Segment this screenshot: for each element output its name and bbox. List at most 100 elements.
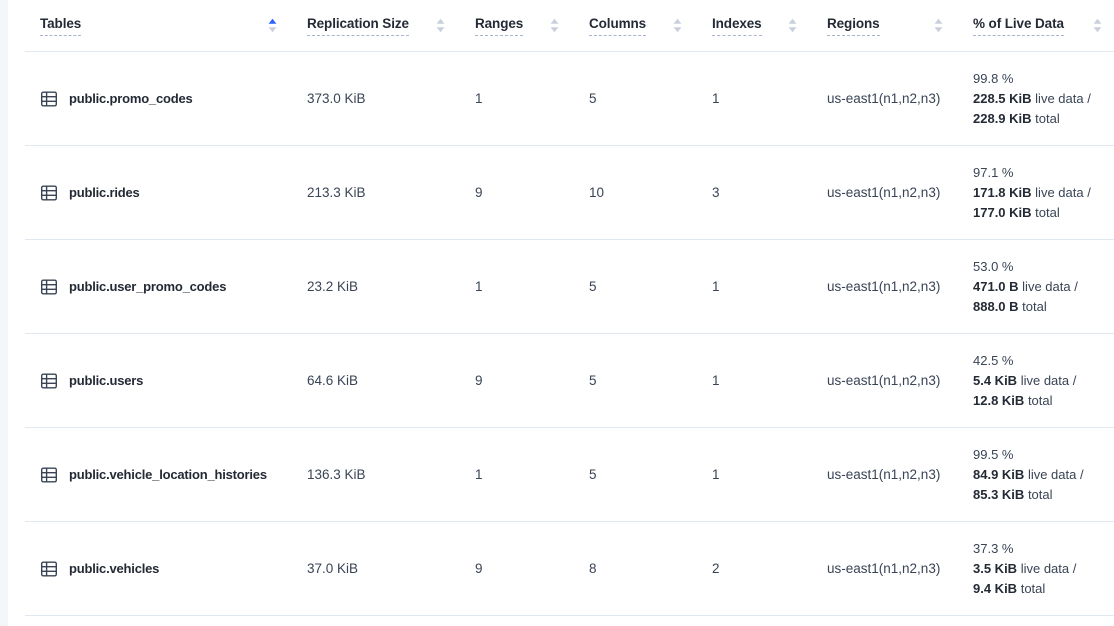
replication-size-cell: 213.3 KiB (307, 185, 475, 200)
table-body: public.promo_codes 373.0 KiB 1 5 1 us-ea… (25, 52, 1114, 616)
column-header-columns[interactable]: Columns (589, 0, 712, 51)
regions-cell: us-east1(n1,n2,n3) (827, 373, 973, 388)
sort-arrows-glyph (268, 18, 277, 33)
indexes-cell: 3 (712, 185, 827, 200)
column-header-tables[interactable]: Tables (25, 0, 307, 51)
columns-cell: 5 (589, 467, 712, 482)
indexes-cell: 1 (712, 467, 827, 482)
live-data-percent: 37.3 % (973, 539, 1114, 559)
columns-cell: 5 (589, 91, 712, 106)
replication-size-cell: 23.2 KiB (307, 279, 475, 294)
table-row: public.user_promo_codes 23.2 KiB 1 5 1 u… (25, 240, 1114, 334)
sort-arrows-glyph (436, 18, 445, 33)
indexes-cell: 1 (712, 373, 827, 388)
tables-panel: Tables Replication Size Ranges (8, 0, 1114, 626)
ranges-cell: 1 (475, 91, 589, 106)
ranges-cell: 9 (475, 561, 589, 576)
replication-size-cell: 37.0 KiB (307, 561, 475, 576)
live-data-size: 471.0 B live data / (973, 277, 1114, 297)
sort-asc-icon[interactable] (268, 18, 277, 33)
indexes-cell: 1 (712, 91, 827, 106)
live-data-size: 171.8 KiB live data / (973, 183, 1114, 203)
live-data-cell: 53.0 % 471.0 B live data / 888.0 B total (973, 257, 1114, 317)
column-label-ranges: Ranges (475, 16, 523, 36)
sort-arrows-glyph (673, 18, 682, 33)
column-header-ranges[interactable]: Ranges (475, 0, 589, 51)
sort-icon[interactable] (1093, 18, 1102, 33)
sort-arrows-glyph (1093, 18, 1102, 33)
table-icon (40, 466, 58, 484)
live-data-percent: 42.5 % (973, 351, 1114, 371)
live-data-cell: 37.3 % 3.5 KiB live data / 9.4 KiB total (973, 539, 1114, 599)
table-name-cell: public.vehicle_location_histories (25, 466, 307, 484)
sort-icon[interactable] (673, 18, 682, 33)
live-data-size: 84.9 KiB live data / (973, 465, 1114, 485)
ranges-cell: 1 (475, 467, 589, 482)
table-name-link[interactable]: public.user_promo_codes (69, 279, 226, 294)
table-name-link[interactable]: public.vehicle_location_histories (69, 467, 267, 482)
table-row: public.promo_codes 373.0 KiB 1 5 1 us-ea… (25, 52, 1114, 146)
column-header-replication-size[interactable]: Replication Size (307, 0, 475, 51)
table-name-link[interactable]: public.vehicles (69, 561, 159, 576)
table-name-link[interactable]: public.users (69, 373, 143, 388)
column-label-tables: Tables (40, 16, 81, 36)
table-name-cell: public.rides (25, 184, 307, 202)
table-icon (40, 560, 58, 578)
replication-size-cell: 373.0 KiB (307, 91, 475, 106)
column-label-indexes: Indexes (712, 16, 762, 36)
columns-cell: 5 (589, 373, 712, 388)
sort-icon[interactable] (788, 18, 797, 33)
sort-arrows-glyph (550, 18, 559, 33)
table-name-link[interactable]: public.promo_codes (69, 91, 193, 106)
table-icon (40, 90, 58, 108)
live-data-percent: 99.5 % (973, 445, 1114, 465)
total-data-size: 177.0 KiB total (973, 203, 1114, 223)
table-icon (40, 278, 58, 296)
sort-icon[interactable] (934, 18, 943, 33)
columns-cell: 10 (589, 185, 712, 200)
total-data-size: 888.0 B total (973, 297, 1114, 317)
column-header-indexes[interactable]: Indexes (712, 0, 827, 51)
live-data-size: 3.5 KiB live data / (973, 559, 1114, 579)
table-icon (40, 184, 58, 202)
total-data-size: 85.3 KiB total (973, 485, 1114, 505)
table-icon (40, 372, 58, 390)
column-header-live-data[interactable]: % of Live Data (973, 0, 1114, 51)
columns-cell: 8 (589, 561, 712, 576)
ranges-cell: 1 (475, 279, 589, 294)
column-label-columns: Columns (589, 16, 646, 36)
table-row: public.vehicle_location_histories 136.3 … (25, 428, 1114, 522)
live-data-size: 228.5 KiB live data / (973, 89, 1114, 109)
live-data-cell: 99.5 % 84.9 KiB live data / 85.3 KiB tot… (973, 445, 1114, 505)
ranges-cell: 9 (475, 185, 589, 200)
table-row: public.rides 213.3 KiB 9 10 3 us-east1(n… (25, 146, 1114, 240)
total-data-size: 9.4 KiB total (973, 579, 1114, 599)
table-row: public.vehicles 37.0 KiB 9 8 2 us-east1(… (25, 522, 1114, 616)
replication-size-cell: 64.6 KiB (307, 373, 475, 388)
sort-arrows-glyph (934, 18, 943, 33)
live-data-cell: 99.8 % 228.5 KiB live data / 228.9 KiB t… (973, 69, 1114, 129)
column-header-regions[interactable]: Regions (827, 0, 973, 51)
sort-icon[interactable] (550, 18, 559, 33)
regions-cell: us-east1(n1,n2,n3) (827, 467, 973, 482)
total-data-size: 12.8 KiB total (973, 391, 1114, 411)
regions-cell: us-east1(n1,n2,n3) (827, 279, 973, 294)
table-name-cell: public.user_promo_codes (25, 278, 307, 296)
column-label-live-data: % of Live Data (973, 16, 1064, 36)
sort-icon[interactable] (436, 18, 445, 33)
table-name-cell: public.promo_codes (25, 90, 307, 108)
column-label-regions: Regions (827, 16, 880, 36)
table-name-link[interactable]: public.rides (69, 185, 140, 200)
live-data-percent: 53.0 % (973, 257, 1114, 277)
table-header-row: Tables Replication Size Ranges (25, 0, 1114, 52)
live-data-cell: 97.1 % 171.8 KiB live data / 177.0 KiB t… (973, 163, 1114, 223)
regions-cell: us-east1(n1,n2,n3) (827, 185, 973, 200)
replication-size-cell: 136.3 KiB (307, 467, 475, 482)
column-label-replication-size: Replication Size (307, 16, 409, 36)
regions-cell: us-east1(n1,n2,n3) (827, 561, 973, 576)
live-data-cell: 42.5 % 5.4 KiB live data / 12.8 KiB tota… (973, 351, 1114, 411)
indexes-cell: 2 (712, 561, 827, 576)
live-data-percent: 97.1 % (973, 163, 1114, 183)
table-row: public.users 64.6 KiB 9 5 1 us-east1(n1,… (25, 334, 1114, 428)
live-data-size: 5.4 KiB live data / (973, 371, 1114, 391)
